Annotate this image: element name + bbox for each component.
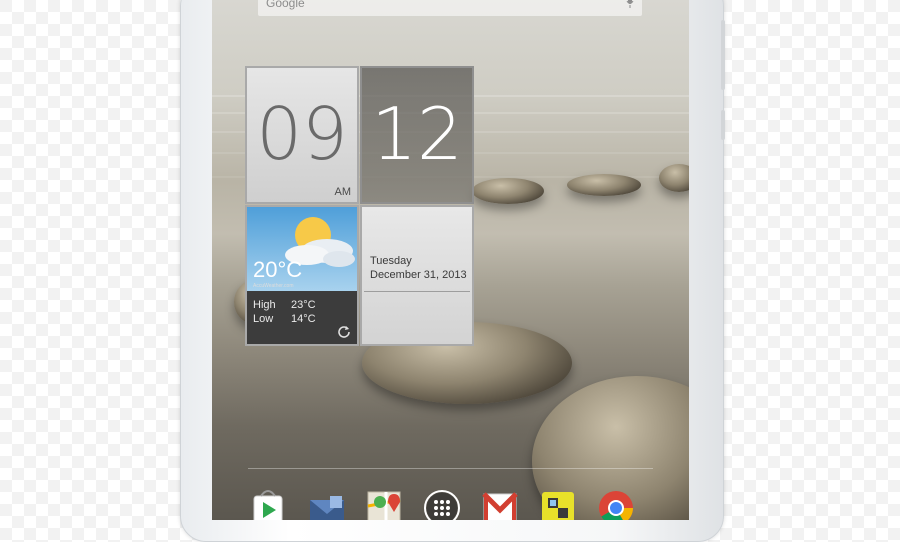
weather-tile[interactable]: 20°C AccuWeather.com High 23°C Low 14°C xyxy=(245,205,359,346)
weather-low-row: Low 14°C xyxy=(253,313,329,325)
clock-minute: 12 xyxy=(371,92,463,176)
acer-icon[interactable] xyxy=(538,486,578,520)
volume-button xyxy=(721,20,725,90)
google-search-bar[interactable]: Google xyxy=(258,0,642,16)
date-tile[interactable]: Tuesday December 31, 2013 xyxy=(360,205,474,346)
chrome-icon[interactable] xyxy=(596,486,636,520)
clock-hour: 09 xyxy=(256,92,348,176)
email-icon[interactable] xyxy=(306,486,346,520)
low-label: Low xyxy=(253,313,274,325)
home-screen: Google 09 AM 12 20°C AccuWeather.com Hig… xyxy=(212,0,689,520)
weather-source: AccuWeather.com xyxy=(253,283,294,289)
weather-temperature: 20°C xyxy=(253,257,303,282)
google-logo: Google xyxy=(266,0,305,10)
low-value: 14°C xyxy=(291,313,316,325)
play-store-icon[interactable] xyxy=(248,486,288,520)
dock-divider xyxy=(248,468,653,469)
app-dock xyxy=(248,486,653,520)
high-label: High xyxy=(253,299,276,311)
maps-icon[interactable] xyxy=(364,486,404,520)
gmail-icon[interactable] xyxy=(480,486,520,520)
hour-tile: 09 AM xyxy=(245,66,359,204)
date-day: Tuesday xyxy=(370,255,412,267)
minute-tile: 12 xyxy=(360,66,474,204)
high-value: 23°C xyxy=(291,299,316,311)
date-divider xyxy=(364,291,470,292)
app-drawer-icon[interactable] xyxy=(422,486,462,520)
weather-high-row: High 23°C xyxy=(253,299,329,311)
power-button xyxy=(721,110,725,140)
date-full: December 31, 2013 xyxy=(370,269,467,281)
mic-icon[interactable] xyxy=(626,0,634,8)
refresh-icon[interactable] xyxy=(337,324,351,338)
clock-ampm: AM xyxy=(334,186,352,198)
clock-weather-widget[interactable]: 09 AM 12 20°C AccuWeather.com High 23°C L… xyxy=(245,66,474,346)
